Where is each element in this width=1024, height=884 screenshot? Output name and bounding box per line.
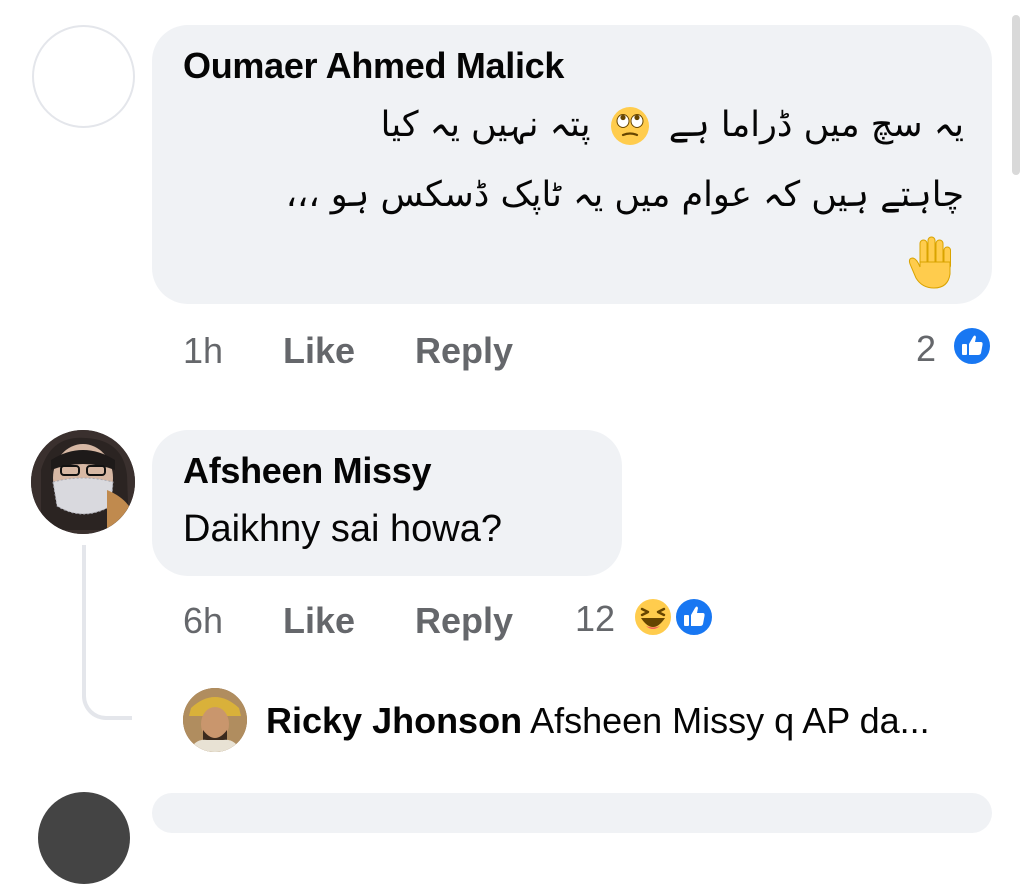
reaction-count[interactable]: 2 — [916, 328, 936, 370]
reply-button[interactable]: Reply — [415, 330, 513, 372]
reply-author[interactable]: Ricky Jhonson — [266, 700, 522, 741]
avatar-afsheen[interactable] — [31, 430, 135, 534]
like-button[interactable]: Like — [283, 600, 355, 642]
like-button[interactable]: Like — [283, 330, 355, 372]
reply-preview[interactable]: Ricky Jhonson Afsheen Missy q AP da... — [266, 700, 930, 742]
comment-author[interactable]: Afsheen Missy — [183, 450, 432, 492]
avatar-ricky[interactable] — [183, 688, 247, 752]
comment-bubble-next — [152, 793, 992, 833]
profile-photo — [183, 688, 247, 752]
profile-photo — [31, 430, 135, 534]
like-icon[interactable] — [951, 325, 993, 367]
raised-hand-icon — [908, 236, 951, 289]
comment-author[interactable]: Oumaer Ahmed Malick — [183, 45, 564, 87]
avatar-next-comment[interactable] — [38, 792, 130, 884]
avatar-oumaer[interactable] — [32, 25, 135, 128]
reply-text: Afsheen Missy q AP da... — [530, 700, 930, 741]
face-with-rolling-eyes-icon — [610, 107, 649, 145]
comment-timestamp[interactable]: 1h — [183, 330, 223, 372]
scrollbar[interactable] — [1012, 15, 1020, 175]
haha-icon[interactable] — [632, 596, 674, 638]
comment-text-segment: پتہ نہیں یہ کیا — [380, 105, 591, 145]
like-icon[interactable] — [673, 596, 715, 638]
comment-text-line-1: یہ سچ میں ڈراما ہے پتہ نہیں یہ کیا — [381, 105, 964, 146]
reply-thread-line — [82, 545, 132, 720]
reply-button[interactable]: Reply — [415, 600, 513, 642]
comment-text-line-2: چاہتے ہیں کہ عوام میں یہ ٹاپک ڈسکس ہو ،،… — [285, 175, 964, 215]
comment-text: Daikhny sai howa? — [183, 508, 502, 550]
comment-timestamp[interactable]: 6h — [183, 600, 223, 642]
reaction-count[interactable]: 12 — [575, 598, 615, 640]
comment-text-segment: یہ سچ میں ڈراما ہے — [668, 105, 964, 145]
